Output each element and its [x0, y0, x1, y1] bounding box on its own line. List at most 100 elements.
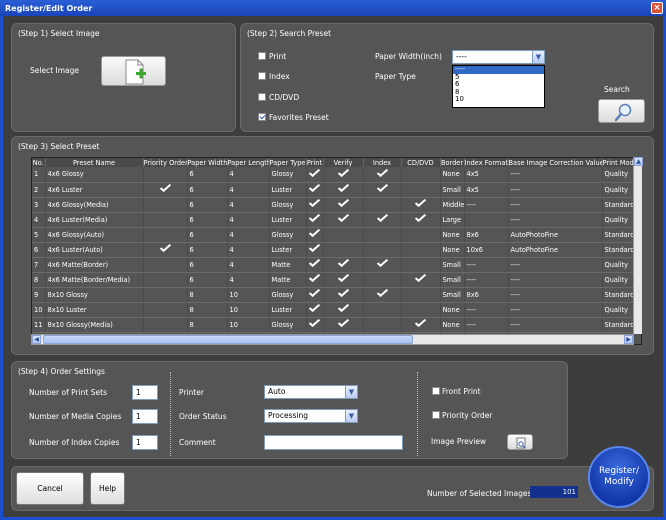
column-header[interactable]: Print Mode [602, 158, 638, 167]
checkmark-icon [308, 167, 321, 177]
column-header[interactable]: Print [306, 158, 324, 167]
table-row[interactable]: 10 8x10 Luster 8 10 Luster None ---- ---- Qualit… [32, 302, 638, 318]
print-label: Print [269, 52, 287, 61]
checkmark-icon [337, 287, 349, 297]
search-button[interactable] [598, 99, 645, 123]
check-cell [401, 302, 441, 318]
table-row[interactable]: 8 4x6 Matte(Border/Media) 6 4 Matte Small ----… [32, 272, 638, 288]
paper-width-select[interactable]: ---- ▼ [452, 50, 545, 64]
select-image-button[interactable] [101, 56, 166, 86]
table-cell: 10 [227, 302, 270, 318]
table-cell: 5 [32, 227, 46, 243]
table-row[interactable]: 11 8x10 Glossy(Media) 8 10 Glossy None ---- ---… [32, 317, 638, 333]
scroll-left-icon[interactable]: ◀ [32, 335, 41, 344]
table-row[interactable]: 1 4x6 Glossy 6 4 Glossy None 4x5 ---- Quality [32, 167, 638, 183]
column-header[interactable]: Index Format [464, 158, 509, 167]
close-icon[interactable]: × [651, 2, 663, 14]
checkmark-icon [308, 257, 321, 267]
title-bar: Register/Edit Order × [0, 0, 666, 16]
check-cell [143, 302, 188, 318]
print-sets-label: Number of Print Sets [29, 388, 107, 397]
table-cell: 8x10 Glossy(Media) [45, 317, 144, 333]
check-cell [143, 242, 188, 258]
table-cell: Small [440, 272, 465, 288]
table-cell: ---- [508, 317, 603, 333]
column-header[interactable]: Preset Name [45, 158, 144, 167]
paper-width-option[interactable]: 8 [453, 88, 544, 97]
order-status-select[interactable]: Processing ▼ [264, 409, 358, 423]
print-sets-input[interactable]: 1 [132, 385, 158, 400]
table-row[interactable]: 7 4x6 Matte(Border) 6 4 Matte Small ---- ---- Qu… [32, 257, 638, 273]
table-cell: ---- [508, 302, 603, 318]
table-row[interactable]: 4 4x6 Luster(Media) 6 4 Luster Large ---- Quali… [32, 212, 638, 228]
table-cell: 4 [227, 167, 270, 183]
cancel-button[interactable]: Cancel [16, 472, 84, 505]
table-row[interactable]: 5 4x6 Glossy(Auto) 6 4 Glossy None 8x6 AutoPhot… [32, 227, 638, 243]
paper-width-dropdown[interactable]: ---- 5 6 8 10 [452, 65, 545, 108]
checkmark-icon [337, 182, 349, 192]
register-modify-button[interactable]: Register/ Modify [588, 446, 650, 508]
scroll-right-icon[interactable]: ▶ [624, 335, 633, 344]
column-header[interactable]: Paper Type [269, 158, 307, 167]
printer-value: Auto [268, 387, 286, 396]
check-cell [306, 182, 324, 198]
image-preview-button[interactable] [507, 434, 533, 450]
cddvd-checkbox[interactable] [258, 93, 266, 101]
table-cell: Small [440, 287, 465, 303]
table-cell: Standard [602, 197, 638, 213]
check-cell [143, 272, 188, 288]
check-cell [323, 197, 364, 213]
chevron-down-icon[interactable]: ▼ [532, 51, 544, 63]
table-row[interactable]: 2 4x6 Luster 6 4 Luster Small 4x5 ---- Quality [32, 182, 638, 198]
media-copies-input[interactable]: 1 [132, 409, 158, 424]
horizontal-scrollbar[interactable]: ◀ ▶ [31, 334, 634, 345]
index-checkbox[interactable] [258, 72, 266, 80]
paper-width-option[interactable]: ---- [453, 65, 544, 74]
check-cell [306, 272, 324, 288]
comment-input[interactable] [264, 435, 403, 450]
scroll-up-icon[interactable]: ▲ [634, 157, 643, 166]
print-checkbox[interactable] [258, 52, 266, 60]
table-row[interactable]: 9 8x10 Glossy 8 10 Glossy Small 8x6 ---- Standar… [32, 287, 638, 303]
table-cell: 4 [32, 212, 46, 228]
paper-width-option[interactable]: 5 [453, 73, 544, 82]
check-cell [363, 317, 402, 333]
column-header[interactable]: Index [363, 158, 402, 167]
table-cell: Glossy [269, 167, 307, 183]
check-cell [306, 287, 324, 303]
vertical-scrollbar[interactable]: ▲ [633, 157, 643, 334]
checkmark-icon [337, 197, 349, 207]
table-cell: Glossy [269, 317, 307, 333]
table-row[interactable]: 3 4x6 Glossy(Media) 6 4 Glossy Middle ---- ----… [32, 197, 638, 213]
column-header[interactable]: Paper Length [227, 158, 270, 167]
paper-type-label: Paper Type [375, 72, 416, 81]
column-header[interactable]: Border [440, 158, 465, 167]
chevron-down-icon[interactable]: ▼ [345, 386, 357, 398]
scroll-thumb[interactable] [43, 335, 413, 344]
paper-width-option[interactable]: 10 [453, 95, 544, 104]
table-cell: 6 [187, 272, 228, 288]
check-cell [363, 287, 402, 303]
table-row[interactable]: 6 4x6 Luster(Auto) 6 4 Luster None 10x6 AutoPho… [32, 242, 638, 258]
check-cell [143, 287, 188, 303]
priority-order-checkbox[interactable] [432, 411, 440, 419]
column-header[interactable]: Base Image Correction Value [508, 158, 603, 167]
table-cell: ---- [508, 287, 603, 303]
column-header[interactable]: Priority Order [143, 158, 188, 167]
index-copies-input[interactable]: 1 [132, 435, 158, 450]
chevron-down-icon[interactable]: ▼ [345, 410, 357, 422]
help-button[interactable]: Help [90, 472, 125, 505]
table-cell: None [440, 167, 465, 183]
table-cell: Standard [602, 317, 638, 333]
column-header[interactable]: CD/DVD [401, 158, 441, 167]
front-print-checkbox[interactable] [432, 387, 440, 395]
paper-width-option[interactable]: 6 [453, 80, 544, 89]
column-header[interactable]: Paper Width [187, 158, 228, 167]
column-header[interactable]: Verify [323, 158, 364, 167]
checkmark-icon [376, 167, 388, 177]
column-header[interactable]: No. [32, 158, 46, 167]
printer-select[interactable]: Auto ▼ [264, 385, 358, 399]
check-cell [401, 212, 441, 228]
favorites-checkbox[interactable] [258, 113, 266, 121]
checkmark-icon [308, 317, 321, 327]
